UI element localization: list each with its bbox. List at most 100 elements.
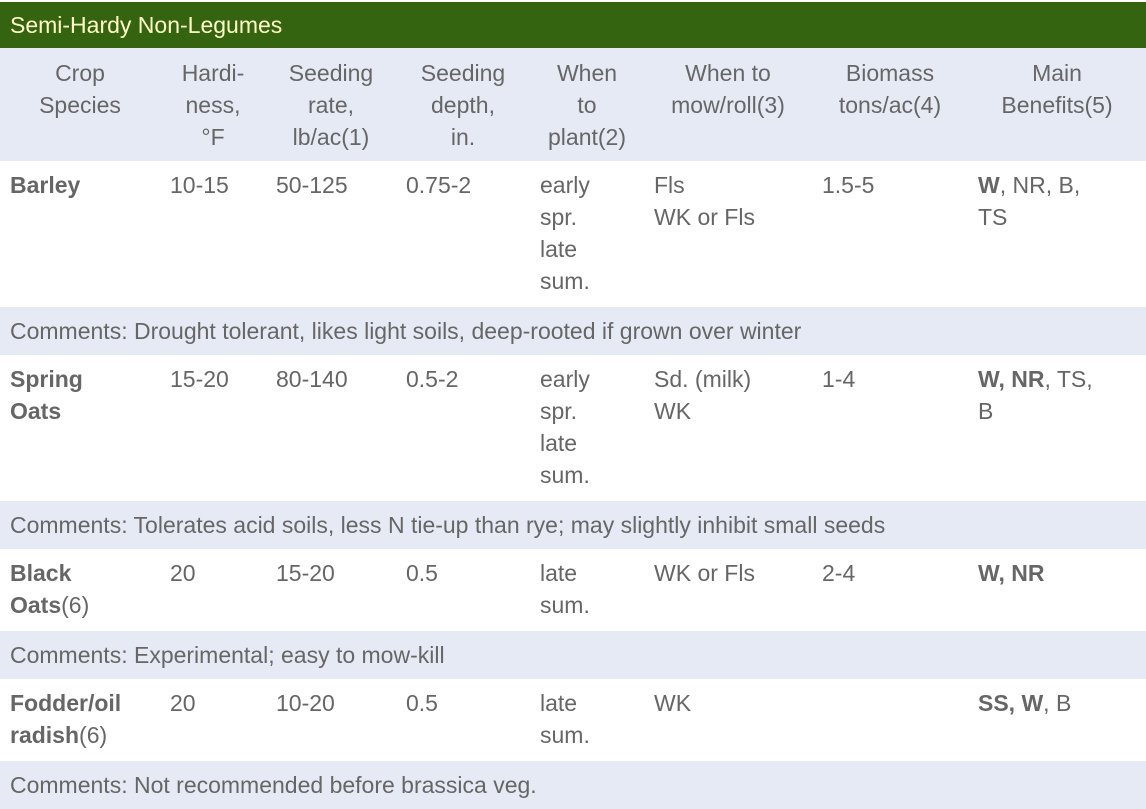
cell-when-to-plant-line: sum. xyxy=(540,462,590,488)
cell-hardiness: 10-15 xyxy=(170,172,229,198)
cell-crop-species: Fodder/oil radish(6) xyxy=(0,679,160,761)
comment-row: Comments: Tolerates acid soils, less N t… xyxy=(0,501,1146,549)
header-line: mow/roll(3) xyxy=(671,92,785,118)
cell-main-benefits: W, NR, TS, B xyxy=(968,355,1146,501)
cell-crop-species: Black Oats(6) xyxy=(0,549,160,631)
crop-name-line: Fodder/oil xyxy=(10,687,160,719)
table-body: Barley 10-15 50-125 0.75-2 early spr. late sum.… xyxy=(0,161,1146,809)
cell-main-benefits: W, NR xyxy=(968,549,1146,631)
cell-seeding-depth: 0.5 xyxy=(406,690,438,716)
cell-when-to-mow-line: WK xyxy=(654,690,692,716)
cell-when-to-plant-line: late xyxy=(540,560,578,586)
table-row: Spring Oats 15-20 80-140 0.5-2 early spr. late s… xyxy=(0,355,1146,501)
cell-when-to-plant-line: spr. xyxy=(540,398,578,424)
benefits-line: B xyxy=(978,395,1146,427)
cell-when-to-plant-line: sum. xyxy=(540,268,590,294)
header-line: in. xyxy=(450,124,476,150)
cell-when-to-plant-line: late xyxy=(540,430,578,456)
header-when-to-plant: When to plant(2) xyxy=(530,48,644,161)
cell-biomass: 1-4 xyxy=(822,366,856,392)
header-line: Crop xyxy=(55,60,105,86)
cell-when-to-plant-line: spr. xyxy=(540,204,578,230)
cell-main-benefits: SS, W, B xyxy=(968,679,1146,761)
primary-benefit: W, NR xyxy=(978,366,1045,392)
header-seeding-rate: Seeding rate, lb/ac(1) xyxy=(266,48,396,161)
header-line: plant(2) xyxy=(548,124,626,150)
crop-table: Crop Species Hardi-ness, °F Seeding rate, lb/a… xyxy=(0,48,1146,809)
cell-when-to-mow-line: WK or Fls xyxy=(654,204,755,230)
crop-name-line: Spring xyxy=(10,363,160,395)
benefits-line: W, NR, TS, xyxy=(978,363,1146,395)
cell-when-to-plant: late sum. xyxy=(530,549,644,631)
cell-hardiness: 20 xyxy=(170,690,196,716)
header-line: depth, xyxy=(431,92,495,118)
cell-seeding-rate: 10-20 xyxy=(276,690,335,716)
header-line: Species xyxy=(39,92,121,118)
primary-benefit: W xyxy=(978,172,1000,198)
primary-benefit: SS, W xyxy=(978,690,1044,716)
header-line: lb/ac(1) xyxy=(292,124,370,150)
cell-when-to-plant-line: late xyxy=(540,236,578,262)
header-main-benefits: Main Benefits(5) xyxy=(968,48,1146,161)
cell-seeding-rate: 80-140 xyxy=(276,366,348,392)
primary-benefit: W, NR xyxy=(978,560,1045,586)
comment-row: Comments: Drought tolerant, likes light … xyxy=(0,307,1146,355)
benefits-line: TS xyxy=(978,201,1146,233)
table-title: Semi-Hardy Non-Legumes xyxy=(0,2,1146,48)
header-when-to-mow: When to mow/roll(3) xyxy=(644,48,812,161)
cell-when-to-plant-line: late xyxy=(540,690,578,716)
cell-seeding-rate: 50-125 xyxy=(276,172,348,198)
cell-when-to-plant-line: early xyxy=(540,366,590,392)
header-line: ness, xyxy=(185,92,241,118)
cell-seeding-depth: 0.75-2 xyxy=(406,172,472,198)
header-biomass: Biomass tons/ac(4) xyxy=(812,48,968,161)
cell-when-to-mow-line: Sd. (milk) xyxy=(654,366,752,392)
header-line: When to xyxy=(685,60,771,86)
benefits-line: W, NR xyxy=(978,557,1146,589)
cell-seeding-depth: 0.5-2 xyxy=(406,366,459,392)
benefit: B xyxy=(978,398,994,424)
cell-when-to-mow: WK or Fls xyxy=(644,549,812,631)
crop-name-line: Barley xyxy=(10,169,160,201)
header-line: Seeding xyxy=(288,60,374,86)
header-line: rate, xyxy=(307,92,355,118)
cell-when-to-plant: early spr. late sum. xyxy=(530,355,644,501)
cell-seeding-rate: 15-20 xyxy=(276,560,335,586)
header-row: Crop Species Hardi-ness, °F Seeding rate, lb/a… xyxy=(0,48,1146,161)
header-line: Biomass xyxy=(845,60,935,86)
table-row: Fodder/oil radish(6) 20 10-20 0.5 late sum. WK S… xyxy=(0,679,1146,761)
comment-text: Comments: Experimental; easy to mow-kill xyxy=(10,642,445,668)
header-line: °F xyxy=(201,124,225,150)
footnote-ref: (6) xyxy=(61,592,90,618)
cell-biomass: 2-4 xyxy=(822,560,856,586)
header-line: When xyxy=(556,60,618,86)
cell-when-to-plant-line: sum. xyxy=(540,722,590,748)
header-line: Seeding xyxy=(420,60,506,86)
cell-when-to-mow-line: WK or Fls xyxy=(654,560,755,586)
header-seeding-depth: Seeding depth, in. xyxy=(396,48,530,161)
cell-biomass: 1.5-5 xyxy=(822,172,875,198)
header-line: Benefits(5) xyxy=(1001,92,1113,118)
crop-name: Black xyxy=(10,560,72,586)
comment-text: Comments: Not recommended before brassic… xyxy=(10,772,537,798)
crop-name-line: Oats xyxy=(10,395,160,427)
header-line: tons/ac(4) xyxy=(838,92,942,118)
benefit: , NR, B, xyxy=(999,172,1081,198)
comment-text: Comments: Drought tolerant, likes light … xyxy=(10,318,802,344)
cell-crop-species: Barley xyxy=(0,161,160,307)
comment-row: Comments: Not recommended before brassic… xyxy=(0,761,1146,809)
crop-name-line: Oats(6) xyxy=(10,589,160,621)
header-line: to xyxy=(577,92,597,118)
table-row: Black Oats(6) 20 15-20 0.5 late sum. WK or Fls 2… xyxy=(0,549,1146,631)
benefit: , TS, xyxy=(1044,366,1093,392)
cell-when-to-mow: WK xyxy=(644,679,812,761)
cell-hardiness: 20 xyxy=(170,560,196,586)
comment-row: Comments: Experimental; easy to mow-kill xyxy=(0,631,1146,679)
cell-hardiness: 15-20 xyxy=(170,366,229,392)
cell-crop-species: Spring Oats xyxy=(0,355,160,501)
cell-when-to-plant-line: early xyxy=(540,172,590,198)
benefit: TS xyxy=(978,204,1008,230)
cell-when-to-plant: early spr. late sum. xyxy=(530,161,644,307)
cell-when-to-mow: Sd. (milk) WK xyxy=(644,355,812,501)
cell-when-to-plant: late sum. xyxy=(530,679,644,761)
